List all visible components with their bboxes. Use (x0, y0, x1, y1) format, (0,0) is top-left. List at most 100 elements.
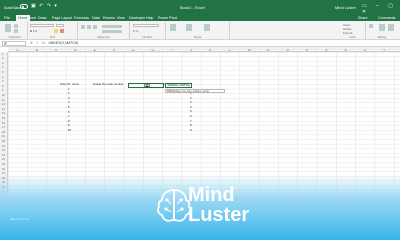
number-group: $ % , Number (130, 22, 166, 39)
align-right-icon[interactable] (93, 25, 97, 29)
alignment-group-label: Alignment (97, 35, 110, 39)
result-cell[interactable]: 5 (190, 109, 192, 113)
tab-power-pivot[interactable]: Power Pivot (158, 16, 177, 20)
row-header[interactable]: 25 (2, 163, 5, 166)
row-header[interactable]: 24 (2, 158, 5, 161)
row-header[interactable]: 4 (2, 66, 3, 69)
order-id-cell[interactable]: 8 (68, 119, 70, 123)
tab-formulas[interactable]: Formulas (74, 16, 89, 20)
align-center-icon[interactable] (87, 25, 91, 29)
formula-input[interactable]: =INDEX(I:I,MATCH( (48, 41, 78, 46)
tab-review[interactable]: Review (103, 16, 115, 20)
cells-group: Insert Delete Format Cells (340, 22, 366, 39)
share-button[interactable]: Share (358, 16, 368, 20)
row-header[interactable]: 26 (2, 168, 5, 171)
header-lookup[interactable]: lookup the order number (93, 82, 123, 86)
row-header[interactable]: 5 (2, 71, 3, 74)
order-id-cell[interactable]: 3 (68, 96, 70, 100)
bold-italic-underline[interactable]: B I U (30, 29, 37, 33)
merge-center-icon[interactable] (102, 30, 122, 33)
tab-developer[interactable]: Developer (129, 16, 145, 20)
editing-cell[interactable]: =INDEX(I:I,MATCH( (165, 83, 192, 88)
row-header[interactable]: 23 (2, 154, 5, 157)
order-id-cell[interactable]: 10 (68, 128, 71, 132)
result-cell[interactable]: 8 (190, 123, 192, 127)
copy-icon[interactable] (14, 29, 18, 33)
row-header[interactable]: 7 (2, 80, 3, 83)
row-header[interactable]: 13 (2, 108, 5, 111)
tab-help[interactable]: Help (146, 16, 153, 20)
font-name-dropdown[interactable] (30, 24, 54, 27)
header-order-id[interactable]: order ID (60, 82, 70, 86)
row-header[interactable]: 8 (2, 85, 3, 88)
result-cell[interactable]: 9 (190, 128, 192, 132)
header-name[interactable]: name (72, 82, 79, 86)
row-header[interactable]: 15 (2, 117, 5, 120)
user-name[interactable]: Mind Luster (335, 5, 356, 10)
row-header[interactable]: 21 (2, 145, 5, 148)
order-id-cell[interactable]: 7 (68, 114, 70, 118)
row-header[interactable]: 12 (2, 103, 5, 106)
order-id-cell[interactable]: 9 (68, 123, 70, 127)
clipboard-group: Clipboard (2, 22, 28, 39)
align-left-icon[interactable] (81, 25, 85, 29)
order-id-cell[interactable]: 4 (68, 100, 70, 104)
brand-name-line1: Mind (188, 184, 235, 206)
fx-label: fx (41, 41, 47, 45)
row-header[interactable]: 11 (2, 99, 5, 102)
row-header[interactable]: 6 (2, 76, 3, 79)
tab-insert[interactable]: Insert (27, 16, 36, 20)
order-id-cell[interactable]: 2 (68, 91, 70, 95)
row-header[interactable]: 14 (2, 112, 5, 115)
row-header[interactable]: 9 (2, 89, 3, 92)
tab-draw[interactable]: Draw (38, 16, 46, 20)
row-header[interactable]: 20 (2, 140, 5, 143)
font-color-icon[interactable] (60, 29, 64, 33)
result-cell[interactable]: 3 (190, 100, 192, 104)
result-cell[interactable]: 4 (190, 105, 192, 109)
row-header[interactable]: 1 (2, 53, 3, 56)
fx-icon[interactable]: ✕ ✓ fx (30, 41, 46, 46)
result-cell[interactable]: 7 (190, 119, 192, 123)
number-format-dropdown[interactable] (133, 24, 159, 27)
conditional-formatting-icon[interactable] (170, 24, 176, 31)
paste-icon[interactable] (5, 24, 11, 32)
sort-filter-icon[interactable] (379, 24, 385, 31)
styles-group-label: Styles (193, 35, 202, 39)
order-id-cell[interactable]: 6 (68, 110, 70, 114)
tab-data[interactable]: Data (92, 16, 100, 20)
row-header[interactable]: 2 (2, 57, 3, 60)
tab-view[interactable]: View (117, 16, 125, 20)
row-header[interactable]: 3 (2, 62, 3, 65)
font-size-dropdown[interactable] (56, 24, 64, 27)
font-group: B I U Font (28, 22, 78, 39)
font-group-label: Font (49, 35, 56, 39)
tab-file[interactable]: File (4, 16, 10, 20)
name-box[interactable]: IF (2, 41, 26, 46)
find-select-icon[interactable] (388, 24, 394, 31)
quick-access-toolbar[interactable]: ▣ ↶ ↷ ▾ (31, 3, 58, 9)
row-header[interactable]: 19 (2, 135, 5, 138)
autosum-icon[interactable] (369, 24, 373, 28)
sheet-tabs[interactable]: ◀ ▶ Sheet1 ⊕ (10, 217, 29, 221)
order-id-cell[interactable]: 5 (68, 105, 70, 109)
result-cell[interactable]: 2 (190, 96, 192, 100)
wrap-text-icon[interactable] (102, 25, 122, 28)
result-cell[interactable]: 6 (190, 114, 192, 118)
fill-handle-icon[interactable]: ▦ (144, 83, 150, 88)
cut-icon[interactable] (14, 24, 18, 28)
number-format-buttons[interactable]: $ % , (133, 29, 140, 33)
row-header[interactable]: 16 (2, 122, 5, 125)
tab-page-layout[interactable]: Page Layout (52, 16, 72, 20)
comments-button[interactable]: Comments (378, 16, 395, 20)
row-header[interactable]: 22 (2, 149, 5, 152)
fill-color-icon[interactable] (54, 29, 58, 33)
cell-styles-icon[interactable] (204, 24, 210, 31)
alignment-group: Alignment (78, 22, 130, 39)
format-as-table-icon[interactable] (186, 24, 192, 31)
row-header[interactable]: 10 (2, 94, 5, 97)
order-id-cell[interactable]: 1 (68, 87, 70, 91)
row-header[interactable]: 18 (2, 131, 5, 134)
row-header[interactable]: 17 (2, 126, 5, 129)
autosave-toggle[interactable] (20, 4, 28, 9)
